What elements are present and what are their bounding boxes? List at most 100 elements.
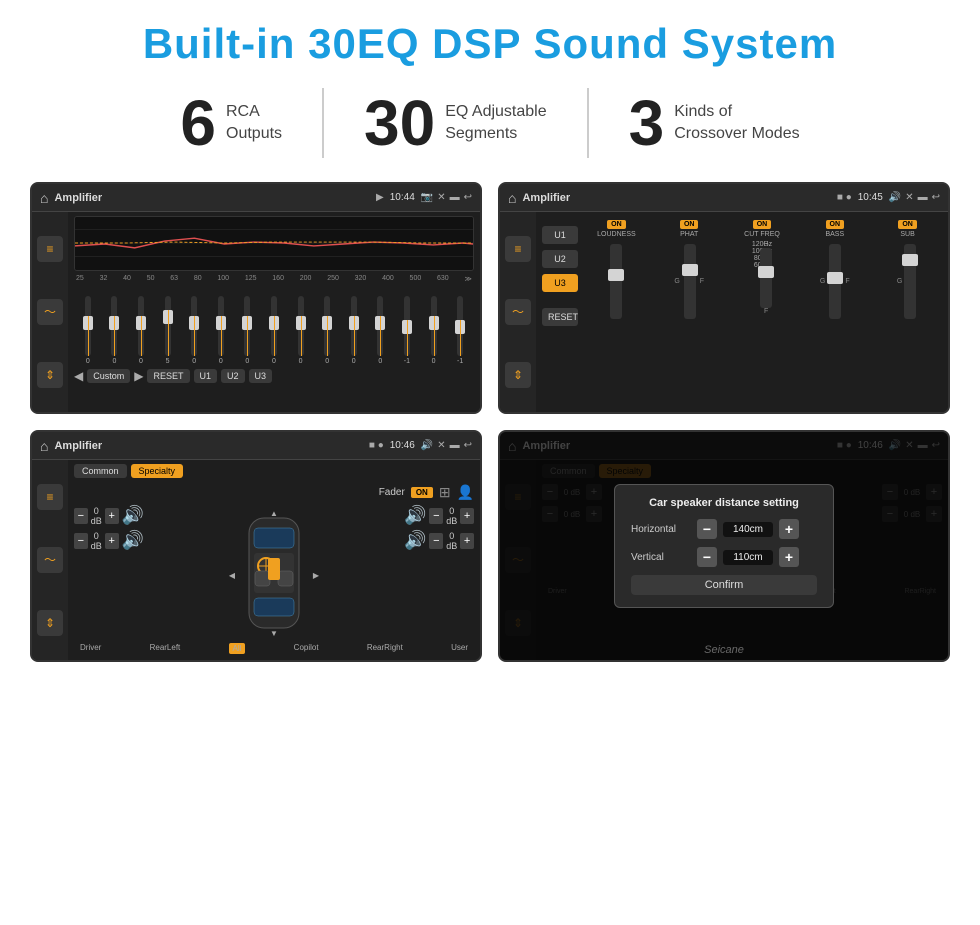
eq-time: 10:44 (390, 192, 415, 203)
cx-presets: U1 U2 U3 RESET (542, 216, 578, 408)
cx-cutfreq-toggle[interactable]: ON (753, 220, 772, 229)
screens-grid: ⌂ Amplifier ▶ 10:44 📷 ✕ ▬ ↩ ≡ 〜 ⇕ (30, 182, 950, 662)
eq-u2-btn[interactable]: U2 (221, 369, 245, 383)
fader-speaker-icon-3: 🔊 (404, 505, 426, 526)
eq-slider-15[interactable]: -1 (448, 296, 472, 365)
eq-slider-3[interactable]: 0 (129, 296, 153, 365)
eq-slider-6[interactable]: 0 (209, 296, 233, 365)
eq-custom-btn[interactable]: Custom (87, 369, 130, 383)
eq-slider-8[interactable]: 0 (262, 296, 286, 365)
cx-bass-toggle[interactable]: ON (826, 220, 845, 229)
eq-u3-btn[interactable]: U3 (249, 369, 273, 383)
dist-horizontal-plus[interactable]: + (779, 519, 799, 539)
eq-slider-14[interactable]: 0 (422, 296, 446, 365)
dist-dialog-title: Car speaker distance setting (631, 497, 817, 509)
fader-db-row-3: 🔊 − 0 dB + (404, 505, 474, 526)
eq-slider-1[interactable]: 0 (76, 296, 100, 365)
cx-preset-u2[interactable]: U2 (542, 250, 578, 268)
fader-label: Fader (379, 487, 405, 498)
fader-sidebar: ≡ 〜 ⇕ (32, 460, 68, 660)
eq-next-btn[interactable]: ▶ (134, 369, 143, 383)
fader-sidebar-arrows-btn[interactable]: ⇕ (37, 610, 63, 636)
feature-text-rca: RCA Outputs (226, 101, 282, 146)
fader-content-area: − 0 dB + 🔊 − 0 dB + 🔊 (74, 505, 474, 641)
fader-plus-3[interactable]: + (460, 508, 474, 524)
fader-db-row-1: − 0 dB + 🔊 (74, 505, 144, 526)
fader-header-icons: 🔊 ✕ ▬ ↩ (421, 440, 472, 451)
cx-loudness-toggle[interactable]: ON (607, 220, 626, 229)
eq-slider-5[interactable]: 0 (182, 296, 206, 365)
cx-preset-u1[interactable]: U1 (542, 226, 578, 244)
fader-minus-4[interactable]: − (429, 533, 443, 549)
cx-bass-label: BASS (825, 231, 844, 238)
dist-horizontal-row: Horizontal − 140cm + (631, 519, 817, 539)
cx-sub-toggle[interactable]: ON (898, 220, 917, 229)
cx-preset-u3[interactable]: U3 (542, 274, 578, 292)
eq-freq-labels: 25 32 40 50 63 80 100 125 160 200 250 32… (74, 275, 474, 283)
fader-plus-1[interactable]: + (105, 508, 119, 524)
cx-phat-label: PHAT (680, 231, 698, 238)
fader-all-label[interactable]: All (229, 643, 246, 654)
svg-text:◀: ◀ (229, 571, 236, 580)
feature-text-crossover: Kinds of Crossover Modes (674, 101, 799, 146)
dist-vertical-minus[interactable]: − (697, 547, 717, 567)
eq-content: ≡ 〜 ⇕ (32, 212, 480, 412)
cx-sidebar-eq-btn[interactable]: ≡ (505, 236, 531, 262)
eq-slider-12[interactable]: 0 (369, 296, 393, 365)
cx-x-icon: ✕ (905, 192, 913, 203)
feature-number-crossover: 3 (629, 91, 665, 155)
fader-minus-2[interactable]: − (74, 533, 88, 549)
eq-slider-9[interactable]: 0 (289, 296, 313, 365)
fader-win-icon: ▬ (450, 440, 460, 451)
cx-vol-icon: 🔊 (889, 192, 901, 203)
eq-slider-4[interactable]: 5 (156, 296, 180, 365)
eq-graph (74, 216, 474, 271)
fader-tab-common[interactable]: Common (74, 464, 127, 478)
cx-phat-toggle[interactable]: ON (680, 220, 699, 229)
fader-minus-3[interactable]: − (429, 508, 443, 524)
cx-sidebar-arrows-btn[interactable]: ⇕ (505, 362, 531, 388)
cx-sidebar-wave-btn[interactable]: 〜 (505, 299, 531, 325)
eq-sidebar-wave-btn[interactable]: 〜 (37, 299, 63, 325)
eq-prev-btn[interactable]: ◀ (74, 369, 83, 383)
eq-slider-11[interactable]: 0 (342, 296, 366, 365)
screen-fader-header: ⌂ Amplifier ■ ● 10:46 🔊 ✕ ▬ ↩ (32, 432, 480, 460)
cx-reset-btn[interactable]: RESET (542, 308, 578, 326)
eq-sidebar-eq-btn[interactable]: ≡ (37, 236, 63, 262)
fader-content: ≡ 〜 ⇕ Common Specialty Fader ON ⊞ 👤 (32, 460, 480, 660)
cx-header-icons: 🔊 ✕ ▬ ↩ (889, 192, 940, 203)
eq-sidebar-arrows-btn[interactable]: ⇕ (37, 362, 63, 388)
dist-confirm-button[interactable]: Confirm (631, 575, 817, 595)
fader-speaker-icon-2: 🔊 (122, 530, 144, 551)
screen-eq: ⌂ Amplifier ▶ 10:44 📷 ✕ ▬ ↩ ≡ 〜 ⇕ (30, 182, 482, 414)
eq-sidebar: ≡ 〜 ⇕ (32, 212, 68, 412)
eq-slider-13[interactable]: -1 (395, 296, 419, 365)
fader-label-row: Fader ON ⊞ 👤 (74, 484, 474, 501)
cx-cutfreq-label: CUT FREQ (744, 231, 780, 238)
dist-vertical-plus[interactable]: + (779, 547, 799, 567)
screen-eq-header: ⌂ Amplifier ▶ 10:44 📷 ✕ ▬ ↩ (32, 184, 480, 212)
fader-sidebar-eq-btn[interactable]: ≡ (37, 484, 63, 510)
eq-reset-btn[interactable]: RESET (147, 369, 189, 383)
fader-minus-1[interactable]: − (74, 508, 88, 524)
eq-slider-10[interactable]: 0 (315, 296, 339, 365)
svg-text:▼: ▼ (270, 629, 278, 638)
dist-horizontal-minus[interactable]: − (697, 519, 717, 539)
feature-number-rca: 6 (180, 91, 216, 155)
screen-distance: ⌂ Amplifier ■ ● 10:46 🔊 ✕ ▬ ↩ ≡ 〜 ⇕ (498, 430, 950, 662)
fader-plus-4[interactable]: + (460, 533, 474, 549)
cx-content: ≡ 〜 ⇕ U1 U2 U3 RESET (500, 212, 948, 412)
fader-tab-specialty[interactable]: Specialty (131, 464, 184, 478)
fader-rearright-label: RearRight (367, 643, 403, 654)
eq-cam-icon: 📷 (421, 192, 433, 203)
fader-sidebar-wave-btn[interactable]: 〜 (37, 547, 63, 573)
eq-slider-2[interactable]: 0 (103, 296, 127, 365)
features-row: 6 RCA Outputs 30 EQ Adjustable Segments … (30, 88, 950, 158)
dist-vertical-row: Vertical − 110cm + (631, 547, 817, 567)
fader-plus-2[interactable]: + (105, 533, 119, 549)
eq-slider-7[interactable]: 0 (236, 296, 260, 365)
fader-toggle[interactable]: ON (411, 487, 433, 498)
cx-cutfreq: ON CUT FREQ 120Hz 100Hz 80Hz 60Hz G (728, 216, 797, 408)
eq-main: 25 32 40 50 63 80 100 125 160 200 250 32… (68, 212, 480, 412)
eq-u1-btn[interactable]: U1 (194, 369, 218, 383)
